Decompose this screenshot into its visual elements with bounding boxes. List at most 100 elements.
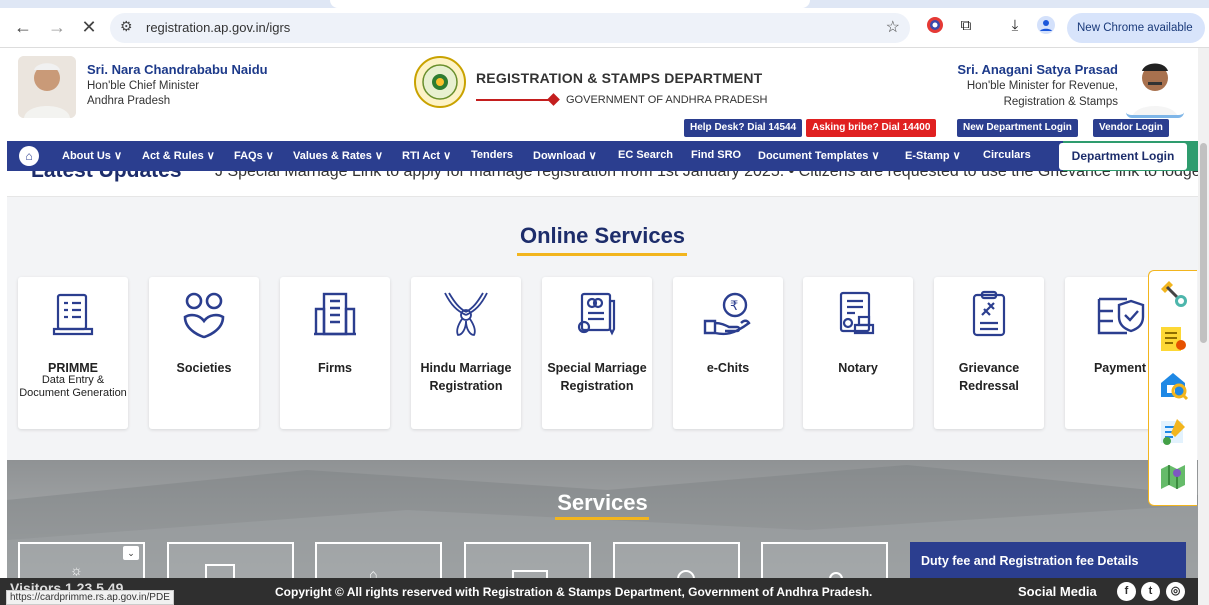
facebook-icon[interactable]: f bbox=[1117, 582, 1136, 601]
scrollbar-thumb[interactable] bbox=[1200, 143, 1207, 343]
government-title: GOVERNMENT OF ANDHRA PRADESH bbox=[566, 94, 768, 106]
service-card-primme[interactable]: PRIMME Data Entry & Document Generation bbox=[18, 277, 128, 429]
bribe-report-button[interactable]: Asking bribe? Dial 14400 bbox=[806, 119, 937, 137]
download-icon[interactable]: ⤓ bbox=[1005, 16, 1025, 36]
cm-state: Andhra Pradesh bbox=[87, 95, 171, 107]
minister-title: Hon'ble Minister for Revenue, bbox=[966, 80, 1118, 92]
department-title: REGISTRATION & STAMPS DEPARTMENT bbox=[476, 70, 763, 86]
cm-title: Hon'ble Chief Minister bbox=[87, 80, 200, 92]
nav-document-templates[interactable]: Document Templates ∨ bbox=[758, 149, 880, 162]
service-tile[interactable] bbox=[761, 542, 888, 586]
online-services-section: Online Services PRIMME Data Entry & Docu… bbox=[7, 197, 1198, 460]
nav-ec-search[interactable]: EC Search bbox=[618, 149, 673, 161]
card-title: e-Chits bbox=[706, 361, 750, 375]
side-quick-links bbox=[1148, 270, 1197, 506]
service-card-payment[interactable]: Payment bbox=[1065, 277, 1155, 429]
service-tile[interactable] bbox=[167, 542, 294, 582]
card-title: Societies bbox=[176, 361, 232, 375]
minister-dept: Registration & Stamps bbox=[1003, 96, 1118, 108]
page-scrollbar[interactable] bbox=[1198, 48, 1209, 605]
service-card-firms[interactable]: Firms bbox=[280, 277, 390, 429]
nav-circulars[interactable]: Circulars bbox=[983, 149, 1031, 161]
site-footer: Copyright © All rights reserved with Reg… bbox=[0, 578, 1198, 605]
map-pin-icon[interactable] bbox=[1157, 461, 1189, 493]
service-tile[interactable] bbox=[613, 542, 740, 588]
card-title: Notary bbox=[838, 361, 878, 375]
certificate-icon[interactable] bbox=[1157, 323, 1189, 355]
svg-text:₹: ₹ bbox=[730, 299, 738, 314]
sun-icon: ☼ bbox=[70, 562, 83, 578]
cm-name: Sri. Nara Chandrababu Naidu bbox=[87, 62, 268, 77]
chevron-down-icon[interactable]: ⌄ bbox=[123, 546, 139, 560]
rupee-hand-icon: ₹ bbox=[703, 292, 751, 336]
nav-find-sro[interactable]: Find SRO bbox=[691, 149, 741, 161]
home-icon[interactable]: ⌂ bbox=[19, 146, 39, 166]
new-chrome-label: New Chrome available bbox=[1077, 22, 1193, 34]
twitter-icon[interactable]: t bbox=[1141, 582, 1160, 601]
property-search-icon[interactable] bbox=[1157, 369, 1189, 401]
service-card-e-chits[interactable]: ₹ e-Chits bbox=[673, 277, 783, 429]
stop-icon[interactable]: ✕ bbox=[76, 14, 102, 40]
status-bar-url: https://cardprimme.rs.ap.gov.in/PDE bbox=[6, 590, 174, 605]
new-department-login-button[interactable]: New Department Login bbox=[957, 119, 1078, 137]
profile-icon[interactable] bbox=[1036, 16, 1056, 36]
nav-act-rules[interactable]: Act & Rules ∨ bbox=[142, 149, 215, 162]
services-title-underline bbox=[555, 517, 649, 520]
new-chrome-button[interactable]: New Chrome available ⋮ bbox=[1067, 13, 1205, 64]
gov-divider bbox=[476, 99, 554, 101]
duty-fee-details-button[interactable]: Duty fee and Registration fee Details bbox=[910, 542, 1186, 578]
card-title: Firms bbox=[317, 361, 353, 375]
social-media-label: Social Media bbox=[1018, 584, 1097, 599]
ticker-message[interactable]: J Special Marriage Link to apply for mar… bbox=[215, 171, 1198, 181]
forward-icon[interactable]: → bbox=[44, 14, 70, 40]
service-card-special-marriage[interactable]: Special Marriage Registration bbox=[542, 277, 652, 429]
title-underline bbox=[517, 253, 687, 256]
form-check-icon[interactable] bbox=[1157, 415, 1189, 447]
vendor-login-button[interactable]: Vendor Login bbox=[1093, 119, 1169, 137]
services-title: Services bbox=[557, 490, 648, 515]
nav-download[interactable]: Download ∨ bbox=[533, 149, 597, 162]
bookmark-star-icon[interactable]: ☆ bbox=[886, 17, 900, 37]
puzzle-icon[interactable]: ⧉ bbox=[956, 16, 976, 36]
ap-emblem-logo bbox=[414, 56, 466, 108]
online-services-title: Online Services bbox=[519, 223, 686, 248]
nav-values-rates[interactable]: Values & Rates ∨ bbox=[293, 149, 383, 162]
nav-e-stamp[interactable]: E-Stamp ∨ bbox=[905, 149, 961, 162]
address-bar[interactable]: ⚙ registration.ap.gov.in/igrs ☆ bbox=[110, 13, 910, 43]
gov-divider-dot bbox=[547, 93, 560, 106]
minister-name: Sri. Anagani Satya Prasad bbox=[957, 62, 1118, 77]
service-card-societies[interactable]: Societies bbox=[149, 277, 259, 429]
tab-strip bbox=[0, 0, 1209, 8]
people-group-icon bbox=[183, 292, 225, 339]
building-icon bbox=[314, 292, 356, 336]
back-icon[interactable]: ← bbox=[10, 14, 36, 40]
service-card-grievance[interactable]: Grievance Redressal bbox=[934, 277, 1044, 429]
copyright-text: Copyright © All rights reserved with Reg… bbox=[275, 585, 873, 599]
auction-gavel-icon[interactable] bbox=[1157, 277, 1189, 309]
active-tab[interactable] bbox=[330, 0, 810, 8]
instagram-icon[interactable]: ◎ bbox=[1166, 582, 1185, 601]
service-tile[interactable] bbox=[464, 542, 591, 584]
latest-updates-label: Latest Updates bbox=[31, 171, 182, 183]
nav-faqs[interactable]: FAQs ∨ bbox=[234, 149, 274, 162]
service-card-notary[interactable]: Notary bbox=[803, 277, 913, 429]
document-entry-icon bbox=[52, 293, 94, 336]
service-tile[interactable]: ⌄ ☼ bbox=[18, 542, 145, 582]
service-card-hindu-marriage[interactable]: Hindu Marriage Registration bbox=[411, 277, 521, 429]
extension-icon[interactable] bbox=[925, 16, 945, 36]
card-title: Special Marriage Registration bbox=[547, 361, 647, 393]
nav-about-us[interactable]: About Us ∨ bbox=[62, 149, 122, 162]
marriage-certificate-icon bbox=[577, 292, 616, 336]
nav-tenders[interactable]: Tenders bbox=[471, 149, 513, 161]
site-header: Sri. Nara Chandrababu Naidu Hon'ble Chie… bbox=[0, 48, 1198, 140]
site-info-icon[interactable]: ⚙ bbox=[120, 18, 133, 35]
service-tile[interactable]: ⌂ bbox=[315, 542, 442, 582]
grievance-gavel-icon bbox=[972, 290, 1006, 337]
card-title: Hindu Marriage Registration bbox=[420, 361, 512, 393]
cm-portrait bbox=[18, 56, 76, 118]
department-login-button[interactable]: Department Login bbox=[1059, 143, 1187, 170]
nav-rti-act[interactable]: RTI Act ∨ bbox=[402, 149, 451, 162]
help-desk-button[interactable]: Help Desk? Dial 14544 bbox=[684, 119, 803, 137]
notary-stamp-icon bbox=[839, 291, 875, 335]
browser-toolbar: ← → ✕ ⚙ registration.ap.gov.in/igrs ☆ ⧉ … bbox=[0, 0, 1209, 64]
